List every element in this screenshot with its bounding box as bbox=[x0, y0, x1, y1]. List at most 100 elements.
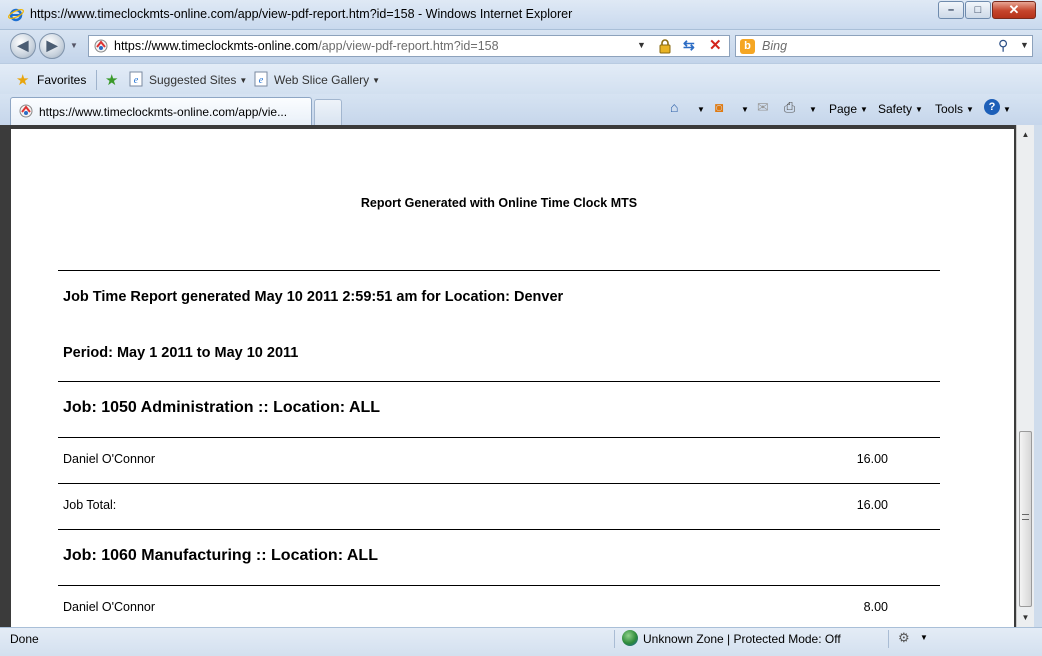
status-bar: Done Unknown Zone | Protected Mode: Off … bbox=[0, 627, 1042, 656]
history-dropdown-icon[interactable]: ▼ bbox=[70, 41, 78, 50]
home-dropdown-icon[interactable]: ▼ bbox=[694, 102, 705, 116]
minimize-button[interactable]: – bbox=[938, 1, 964, 19]
report-page: Report Generated with Online Time Clock … bbox=[11, 129, 1014, 627]
web-slice-gallery-link[interactable]: Web Slice Gallery ▼ bbox=[274, 73, 380, 87]
content-frame: Report Generated with Online Time Clock … bbox=[0, 125, 1042, 627]
favorites-star-icon: ★ bbox=[16, 72, 30, 89]
tab-title: https://www.timeclockmts-online.com/app/… bbox=[39, 105, 288, 119]
window-border bbox=[1034, 125, 1042, 627]
employee-name: Daniel O'Connor bbox=[63, 600, 156, 614]
hours-value: 16.00 bbox=[856, 452, 888, 466]
job-heading: Job: 1050 Administration :: Location: AL… bbox=[63, 399, 381, 416]
stop-icon[interactable]: ✕ bbox=[709, 36, 722, 54]
url-host: https://www.timeclockmts-online.com bbox=[114, 39, 319, 53]
refresh-icon[interactable]: ⇆ bbox=[683, 37, 695, 54]
toolbar-divider bbox=[96, 70, 97, 90]
address-bar[interactable]: https://www.timeclockmts-online.com/app/… bbox=[88, 35, 730, 57]
report-header: Report Generated with Online Time Clock … bbox=[360, 196, 638, 210]
search-icon[interactable]: ⚲ bbox=[998, 37, 1008, 54]
search-input[interactable]: Bing bbox=[762, 39, 787, 53]
site-favicon-icon bbox=[94, 39, 108, 53]
address-toolbar: ◀ ▶ ▼ https://www.timeclockmts-online.co… bbox=[0, 30, 1042, 63]
url-text[interactable]: https://www.timeclockmts-online.com/app/… bbox=[114, 39, 499, 53]
feeds-dropdown-icon[interactable]: ▼ bbox=[738, 102, 749, 116]
home-icon[interactable]: ⌂ bbox=[670, 99, 678, 115]
chevron-down-icon: ▼ bbox=[915, 105, 923, 114]
close-icon: ✕ bbox=[1008, 2, 1020, 17]
ie-page-icon: e bbox=[129, 71, 143, 87]
search-options-dropdown-icon[interactable]: ▼ bbox=[1020, 40, 1029, 50]
scroll-up-icon[interactable]: ▲ bbox=[1017, 126, 1034, 143]
hours-value: 8.00 bbox=[863, 600, 888, 614]
url-path: /app/view-pdf-report.htm?id=158 bbox=[318, 39, 499, 53]
maximize-icon: □ bbox=[974, 4, 982, 16]
close-button[interactable]: ✕ bbox=[992, 1, 1036, 19]
svg-text:e: e bbox=[134, 75, 139, 86]
divider bbox=[58, 381, 940, 382]
divider bbox=[58, 437, 940, 438]
forward-arrow-icon: ▶ bbox=[46, 37, 58, 53]
vertical-scrollbar[interactable]: ▲ ▼ bbox=[1016, 125, 1034, 627]
zoom-dropdown-icon[interactable]: ▼ bbox=[920, 633, 928, 642]
chevron-down-icon: ▼ bbox=[239, 76, 248, 85]
svg-text:e: e bbox=[259, 75, 264, 86]
chevron-down-icon: ▼ bbox=[966, 105, 974, 114]
favorites-bar: ★ Favorites ★ e Suggested Sites ▼ e Web S… bbox=[0, 63, 1042, 94]
tab-active[interactable]: https://www.timeclockmts-online.com/app/… bbox=[10, 97, 312, 125]
employee-name: Daniel O'Connor bbox=[63, 452, 156, 466]
scroll-down-icon[interactable]: ▼ bbox=[1017, 609, 1034, 626]
grip-icon bbox=[1022, 514, 1029, 520]
web-slice-gallery-label: Web Slice Gallery bbox=[274, 73, 370, 87]
help-icon[interactable]: ? bbox=[984, 99, 1000, 115]
job-heading: Job: 1060 Manufacturing :: Location: ALL bbox=[63, 547, 378, 564]
mail-icon[interactable]: ✉ bbox=[757, 99, 769, 116]
add-to-favorites-icon[interactable]: ★ bbox=[105, 71, 118, 89]
site-favicon-icon bbox=[19, 104, 33, 118]
suggested-sites-label: Suggested Sites bbox=[149, 73, 237, 87]
print-icon[interactable]: ⎙ bbox=[784, 99, 795, 116]
rss-feed-icon[interactable]: ◙ bbox=[715, 99, 723, 115]
back-arrow-icon: ◀ bbox=[17, 37, 29, 53]
status-text: Done bbox=[10, 632, 39, 646]
job-total-label: Job Total: bbox=[63, 498, 117, 512]
page-menu-label: Page bbox=[829, 102, 858, 116]
scrollbar-thumb[interactable] bbox=[1019, 431, 1032, 607]
divider bbox=[58, 585, 940, 586]
zoom-icon[interactable]: ⚙ bbox=[898, 630, 910, 646]
minimize-icon: – bbox=[947, 4, 955, 16]
divider bbox=[58, 270, 940, 271]
safety-menu-label: Safety bbox=[878, 102, 913, 116]
ie-logo-icon bbox=[8, 8, 24, 22]
suggested-sites-link[interactable]: Suggested Sites ▼ bbox=[149, 73, 247, 87]
tools-menu[interactable]: Tools ▼ bbox=[935, 102, 974, 116]
report-title: Job Time Report generated May 10 2011 2:… bbox=[63, 289, 564, 305]
safety-menu[interactable]: Safety ▼ bbox=[878, 102, 923, 116]
chevron-down-icon: ▼ bbox=[372, 76, 381, 85]
new-tab-button[interactable] bbox=[314, 99, 342, 125]
job-total-value: 16.00 bbox=[856, 498, 888, 512]
page-menu[interactable]: Page ▼ bbox=[829, 102, 868, 116]
ie-page-icon: e bbox=[254, 71, 268, 87]
favorites-button[interactable]: Favorites bbox=[37, 73, 86, 87]
divider bbox=[58, 529, 940, 530]
help-dropdown-icon[interactable]: ▼ bbox=[1000, 102, 1011, 116]
tools-menu-label: Tools bbox=[935, 102, 964, 116]
title-bar: https://www.timeclockmts-online.com/app/… bbox=[0, 0, 1042, 30]
security-zone[interactable]: Unknown Zone | Protected Mode: Off bbox=[643, 632, 841, 646]
tab-bar: https://www.timeclockmts-online.com/app/… bbox=[0, 94, 1042, 125]
maximize-button[interactable]: □ bbox=[965, 1, 991, 19]
divider bbox=[58, 483, 940, 484]
lock-icon[interactable] bbox=[657, 38, 673, 54]
status-divider bbox=[614, 630, 615, 648]
chevron-down-icon: ▼ bbox=[860, 105, 868, 114]
bing-icon: b bbox=[740, 39, 755, 54]
report-period: Period: May 1 2011 to May 10 2011 bbox=[63, 345, 299, 361]
back-button[interactable]: ◀ bbox=[10, 33, 36, 59]
window-title: https://www.timeclockmts-online.com/app/… bbox=[30, 7, 573, 21]
print-dropdown-icon[interactable]: ▼ bbox=[806, 102, 817, 116]
status-divider bbox=[888, 630, 889, 648]
search-box[interactable]: b Bing ⚲ ▼ bbox=[735, 35, 1033, 57]
forward-button[interactable]: ▶ bbox=[39, 33, 65, 59]
globe-icon bbox=[622, 630, 638, 646]
address-dropdown-icon[interactable]: ▼ bbox=[637, 40, 646, 50]
